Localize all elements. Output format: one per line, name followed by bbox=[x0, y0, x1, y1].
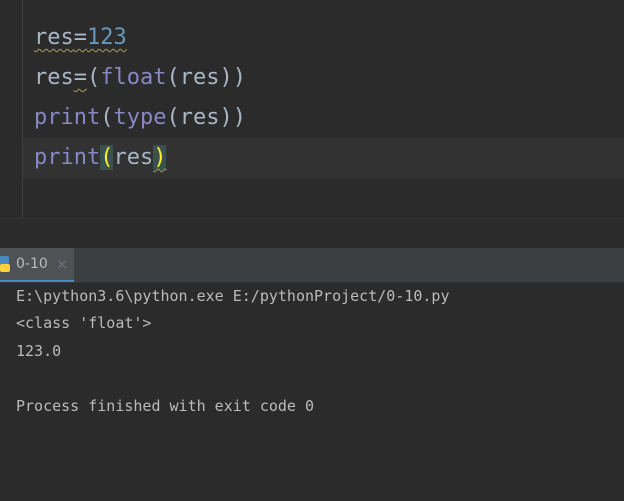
token-res: res bbox=[34, 65, 74, 90]
token-paren-matched: ) bbox=[153, 145, 167, 170]
console-line-output: 123.0 bbox=[16, 342, 62, 360]
token-float: float bbox=[100, 65, 167, 90]
run-tab-0-10[interactable]: 0-10 × bbox=[0, 248, 75, 282]
token-type: type bbox=[113, 105, 167, 130]
token-res: res bbox=[179, 105, 220, 130]
token-res: res bbox=[179, 65, 220, 90]
token-print: print bbox=[34, 145, 101, 170]
run-tool-window-tabbar: 0-10 × bbox=[0, 248, 624, 283]
code-line-4-current[interactable]: print(res) bbox=[23, 138, 624, 178]
token-assign: = bbox=[73, 25, 87, 50]
token-print: print bbox=[34, 105, 101, 130]
token-paren: ( bbox=[100, 105, 114, 130]
token-res: res bbox=[34, 25, 74, 50]
code-line-3[interactable]: print(type(res)) bbox=[34, 98, 246, 138]
token-res: res bbox=[113, 145, 154, 170]
console-line-exit-status: Process finished with exit code 0 bbox=[16, 397, 315, 415]
token-paren: )) bbox=[219, 65, 246, 90]
close-icon[interactable]: × bbox=[56, 255, 69, 273]
editor-gutter bbox=[0, 0, 23, 218]
run-console[interactable]: E:\python3.6\python.exe E:/pythonProject… bbox=[0, 283, 624, 501]
console-line-output: <class 'float'> bbox=[16, 314, 152, 332]
token-paren: ( bbox=[166, 65, 180, 90]
code-line-1[interactable]: res=123 bbox=[34, 18, 127, 58]
run-tab-label: 0-10 bbox=[16, 256, 48, 272]
token-number: 123 bbox=[87, 25, 127, 50]
code-line-2[interactable]: res=(float(res)) bbox=[34, 58, 246, 98]
token-paren: )) bbox=[219, 105, 246, 130]
token-assign: = bbox=[73, 65, 87, 90]
token-paren: ( bbox=[166, 105, 180, 130]
panel-divider bbox=[0, 218, 624, 249]
python-icon bbox=[0, 256, 10, 272]
code-editor[interactable]: res=123 res=(float(res)) print(type(res)… bbox=[0, 0, 624, 218]
token-paren-matched: ( bbox=[100, 145, 114, 170]
console-line-command: E:\python3.6\python.exe E:/pythonProject… bbox=[16, 287, 450, 305]
token-paren: ( bbox=[87, 65, 101, 90]
